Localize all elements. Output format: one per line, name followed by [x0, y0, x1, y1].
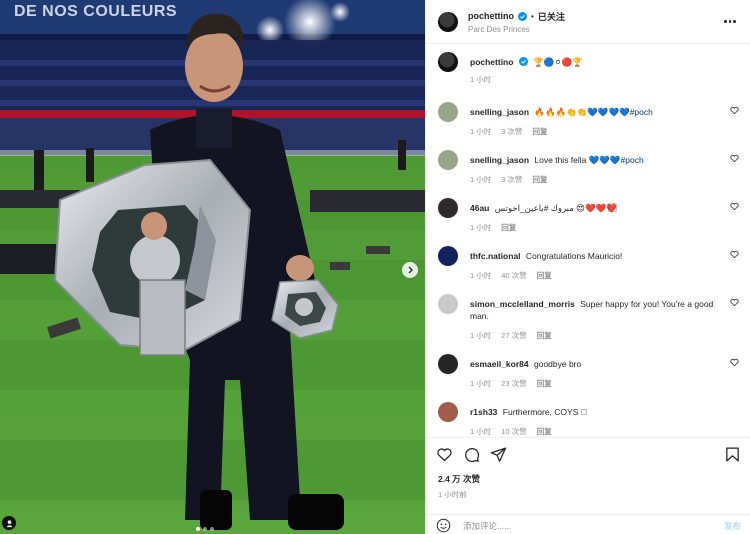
comment-text: Congratulations Mauricio!: [525, 251, 623, 261]
comment-text: goodbye bro: [533, 359, 582, 369]
reply-button[interactable]: 回复: [501, 222, 516, 233]
send-icon[interactable]: [490, 446, 507, 463]
comment-text: مبروك #باعين_اخوتس 😍❤️❤️❤️⃞: [494, 203, 617, 213]
carousel-indicator: [196, 527, 214, 531]
comment-item: snelling_jason Love this fella 💙💙💙#poch …: [426, 150, 750, 198]
post-location[interactable]: Parc Des Princes: [468, 25, 722, 34]
comment-text: Love this fella 💙💙💙: [534, 155, 621, 165]
commenter-avatar[interactable]: [438, 402, 458, 422]
comment-likes[interactable]: 3 次赞: [501, 174, 522, 185]
comment-like-heart-icon[interactable]: [730, 358, 739, 367]
more-dot-icon: [728, 20, 732, 23]
carousel-dot: [203, 527, 207, 531]
author-username[interactable]: pochettino: [468, 11, 514, 21]
commenter-username[interactable]: 46au: [470, 203, 489, 213]
commenter-avatar[interactable]: [438, 102, 458, 122]
comment-likes[interactable]: 27 次赞: [501, 330, 526, 341]
comment-item: simon_mcclelland_morris Super happy for …: [426, 294, 750, 354]
commenter-avatar[interactable]: [438, 150, 458, 170]
comment-text: 🔥🔥🔥👏👏💙💙💙💙: [534, 107, 630, 117]
comment-like-heart-icon[interactable]: [730, 250, 739, 259]
header-separator: •: [531, 11, 534, 21]
commenter-username[interactable]: r1sh33: [470, 407, 497, 417]
comment-input[interactable]: [463, 520, 724, 531]
commenter-avatar[interactable]: [438, 246, 458, 266]
comment-time: 1 小时: [470, 223, 492, 232]
comment-likes[interactable]: 10 次赞: [501, 426, 526, 436]
reply-button[interactable]: 回复: [533, 174, 548, 185]
comment-time: 1 小时: [470, 379, 492, 388]
bookmark-icon[interactable]: [724, 446, 741, 463]
comment-like-heart-icon[interactable]: [730, 202, 739, 211]
comment-time: 1 小时: [470, 271, 492, 280]
reply-button[interactable]: 回复: [537, 330, 552, 341]
reply-button[interactable]: 回复: [537, 378, 552, 389]
caption-text: 🏆🔵⚪🔴🏆: [533, 57, 583, 67]
more-dot-icon: [724, 20, 727, 23]
comment-time: 1 小时: [470, 427, 492, 436]
comment-time: 1 小时: [470, 127, 492, 136]
comment-item: 46au مبروك #باعين_اخوتس 😍❤️❤️❤️⃞ 1 小时 回复: [426, 198, 750, 246]
commenter-avatar[interactable]: [438, 294, 458, 314]
author-avatar[interactable]: [438, 11, 458, 32]
comment-item: esmaeil_kor84 goodbye bro 1 小时 23 次赞 回复: [426, 354, 750, 402]
post-actions: 2.4 万 次赞 1 小时前 发布: [426, 437, 750, 534]
comment-item: snelling_jason 🔥🔥🔥👏👏💙💙💙💙#poch 1 小时 3 次赞 …: [426, 102, 750, 150]
comment-icon[interactable]: [463, 446, 480, 463]
following-button[interactable]: 已关注: [538, 10, 565, 23]
caption-author-avatar[interactable]: [438, 52, 458, 72]
post-caption: pochettino 🏆🔵⚪🔴🏆 1 小时: [426, 52, 750, 102]
comment-hashtag[interactable]: #poch: [630, 107, 653, 117]
commenter-username[interactable]: snelling_jason: [470, 155, 529, 165]
comment-likes[interactable]: 40 次赞: [501, 270, 526, 281]
post-timestamp: 1 小时前: [438, 490, 467, 499]
comment-hashtag[interactable]: #poch: [621, 155, 644, 165]
post-viewer: DE NOS COULEURS pochettino • 已关注 Parc De…: [0, 0, 750, 534]
comment-likes[interactable]: 23 次赞: [501, 378, 526, 389]
stadium-banner-text: DE NOS COULEURS: [14, 3, 178, 20]
comments-list[interactable]: pochettino 🏆🔵⚪🔴🏆 1 小时 snelling_jason 🔥🔥🔥…: [426, 52, 750, 436]
more-dot-icon: [733, 20, 736, 23]
heart-icon[interactable]: [436, 446, 453, 463]
comment-like-heart-icon[interactable]: [730, 106, 739, 115]
post-sidebar: pochettino • 已关注 Parc Des Princes pochet…: [425, 0, 750, 534]
post-photo[interactable]: DE NOS COULEURS: [0, 0, 425, 534]
chevron-right-icon: [408, 266, 413, 274]
comment-text: Furthermore, COYS ⃞: [502, 407, 588, 417]
post-header: pochettino • 已关注 Parc Des Princes: [426, 0, 750, 44]
add-comment-bar: 发布: [426, 514, 750, 534]
more-options-button[interactable]: [722, 20, 738, 23]
likes-count[interactable]: 2.4 万 次赞: [426, 463, 750, 485]
comment-like-heart-icon[interactable]: [730, 298, 739, 307]
commenter-username[interactable]: simon_mcclelland_morris: [470, 299, 575, 309]
reply-button[interactable]: 回复: [537, 426, 552, 436]
smiley-icon[interactable]: [436, 518, 451, 533]
commenter-avatar[interactable]: [438, 354, 458, 374]
user-tag-icon: [5, 519, 13, 527]
comment-likes[interactable]: 3 次赞: [501, 126, 522, 137]
tagged-users-button[interactable]: [2, 516, 16, 530]
carousel-next-button[interactable]: [402, 262, 418, 278]
author-info: pochettino • 已关注 Parc Des Princes: [468, 10, 722, 34]
caption-username[interactable]: pochettino: [470, 57, 513, 67]
commenter-avatar[interactable]: [438, 198, 458, 218]
reply-button[interactable]: 回复: [537, 270, 552, 281]
carousel-dot: [196, 527, 200, 531]
caption-time: 1 小时: [470, 75, 492, 84]
photo-illustration: [0, 0, 425, 534]
comment-item: thfc.national Congratulations Mauricio! …: [426, 246, 750, 294]
comment-time: 1 小时: [470, 331, 492, 340]
comment-like-heart-icon[interactable]: [730, 154, 739, 163]
comment-item: r1sh33 Furthermore, COYS ⃞ 1 小时 10 次赞 回复: [426, 402, 750, 436]
post-comment-button[interactable]: 发布: [724, 520, 741, 532]
commenter-username[interactable]: esmaeil_kor84: [470, 359, 529, 369]
commenter-username[interactable]: thfc.national: [470, 251, 521, 261]
verified-badge-icon: [518, 57, 528, 66]
commenter-username[interactable]: snelling_jason: [470, 107, 529, 117]
carousel-dot: [210, 527, 214, 531]
verified-badge-icon: [518, 11, 527, 21]
comment-time: 1 小时: [470, 175, 492, 184]
reply-button[interactable]: 回复: [533, 126, 548, 137]
